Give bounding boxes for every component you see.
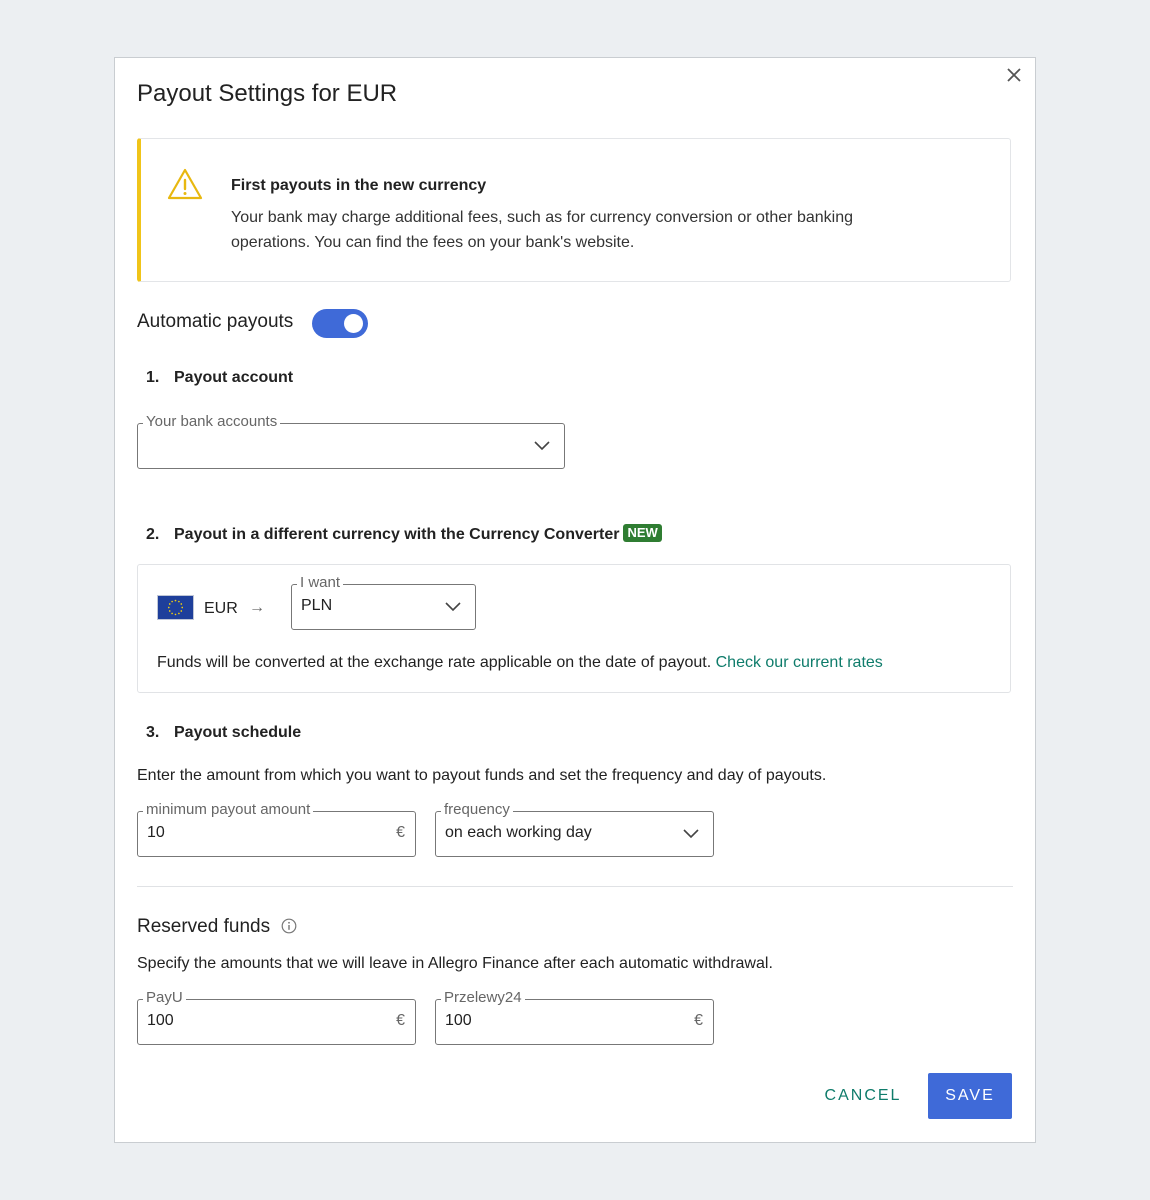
info-icon[interactable] [281,918,297,934]
cancel-button[interactable]: CANCEL [813,1076,913,1116]
bank-accounts-legend: Your bank accounts [143,413,281,431]
modal-title: Payout Settings for EUR [137,80,398,107]
frequency-legend: frequency [441,801,513,819]
currency-converter-box: EUR → I want PLN Funds will be converted… [137,564,1011,693]
conversion-note: Funds will be converted at the exchange … [157,654,883,672]
chevron-down-icon [534,441,550,451]
przelewy24-legend: Przelewy24 [441,989,525,1007]
automatic-payouts-label: Automatic payouts [137,311,294,332]
minimum-amount-value: 10 [147,824,165,841]
payout-settings-modal: Payout Settings for EUR First payouts in… [114,57,1036,1143]
close-icon[interactable] [1003,64,1025,86]
section-number: 1. [146,369,160,386]
automatic-payouts-toggle[interactable] [312,309,368,338]
divider [137,886,1013,887]
section-title: Payout account [174,369,294,386]
warning-icon [167,168,203,200]
section-currency-converter: 2. Payout in a different currency with th… [146,524,662,544]
euro-suffix: € [396,824,405,841]
frequency-value: on each working day [445,824,592,841]
minimum-payout-amount-input[interactable]: minimum payout amount 10 € [137,801,416,857]
reserved-funds-description: Specify the amounts that we will leave i… [137,955,773,972]
target-currency-value: PLN [301,597,333,614]
target-currency-legend: I want [297,574,344,592]
source-currency: EUR [204,600,238,617]
reserved-funds-heading: Reserved funds [137,916,297,938]
euro-suffix: € [694,1012,703,1029]
warning-alert: First payouts in the new currency Your b… [137,138,1011,282]
euro-suffix: € [396,1012,405,1029]
bank-accounts-select[interactable]: Your bank accounts [137,413,565,469]
reserved-funds-title: Reserved funds [137,916,271,937]
arrow-right-icon: → [249,599,265,616]
minimum-amount-legend: minimum payout amount [143,801,314,819]
alert-title: First payouts in the new currency [231,177,487,194]
section-title: Payout schedule [174,724,302,741]
chevron-down-icon [683,829,699,839]
section-number: 2. [146,526,160,543]
section-number: 3. [146,724,160,741]
alert-text: Your bank may charge additional fees, su… [231,209,853,251]
przelewy24-value: 100 [445,1012,472,1029]
schedule-description: Enter the amount from which you want to … [137,767,827,784]
payu-legend: PayU [143,989,186,1007]
target-currency-select[interactable]: I want PLN [291,574,476,630]
payu-value: 100 [147,1012,174,1029]
section-title: Payout in a different currency with the … [174,526,620,543]
section-payout-schedule: 3. Payout schedule [146,724,301,742]
section-payout-account: 1. Payout account [146,369,293,387]
przelewy24-reserved-input[interactable]: Przelewy24 100 € [435,989,714,1045]
current-rates-link[interactable]: Check our current rates [716,654,883,671]
new-badge: NEW [623,524,662,542]
conversion-note-text: Funds will be converted at the exchange … [157,654,712,671]
frequency-select[interactable]: frequency on each working day [435,801,714,857]
toggle-knob [344,314,363,333]
eu-flag-icon [157,595,194,620]
save-button[interactable]: SAVE [928,1073,1012,1119]
payu-reserved-input[interactable]: PayU 100 € [137,989,416,1045]
chevron-down-icon [445,602,461,612]
